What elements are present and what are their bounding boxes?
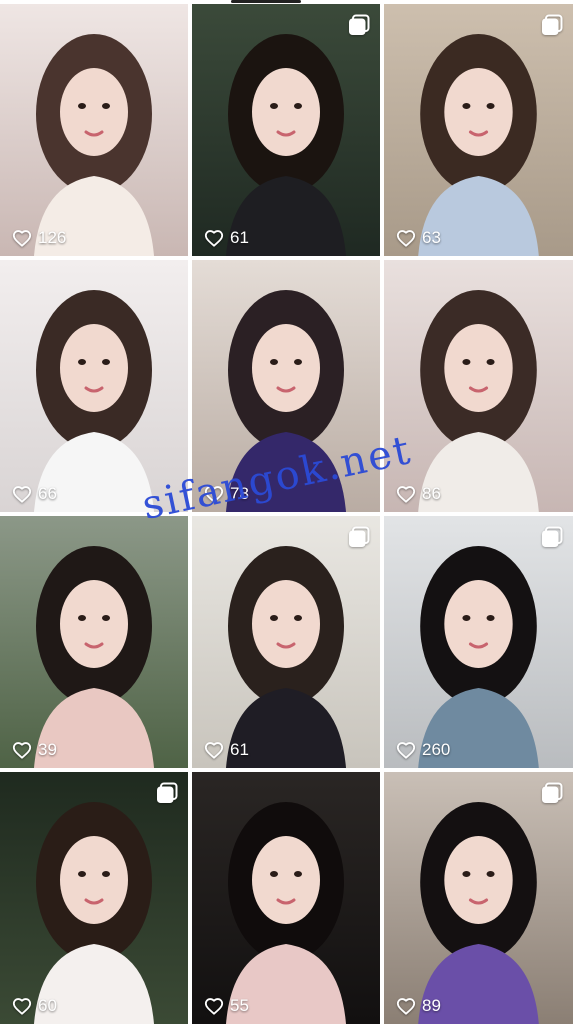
heart-icon [396, 485, 416, 503]
like-count: 126 [12, 228, 66, 248]
post-photo [0, 4, 188, 256]
photo-grid: 126 61 63 66 78 86 39 61 260 60 55 89 [0, 0, 573, 1024]
post-thumbnail[interactable]: 66 [0, 260, 188, 512]
heart-icon [12, 485, 32, 503]
like-count-text: 78 [230, 484, 249, 503]
heart-icon [396, 229, 416, 247]
heart-icon [204, 485, 224, 503]
post-thumbnail[interactable]: 86 [384, 260, 573, 512]
like-count: 61 [204, 228, 249, 248]
multiple-photos-icon [541, 14, 563, 36]
post-photo [384, 772, 573, 1024]
multiple-photos-icon [541, 782, 563, 804]
post-photo [192, 260, 380, 512]
like-count-text: 55 [230, 996, 249, 1015]
like-count-text: 126 [38, 228, 67, 247]
like-count: 55 [204, 996, 249, 1016]
like-count-text: 61 [230, 740, 249, 759]
post-thumbnail[interactable]: 61 [192, 4, 380, 256]
heart-icon [12, 741, 32, 759]
like-count: 60 [12, 996, 57, 1016]
like-count-text: 63 [422, 228, 441, 247]
post-thumbnail[interactable]: 60 [0, 772, 188, 1024]
like-count: 89 [396, 996, 441, 1016]
heart-icon [396, 741, 416, 759]
like-count: 66 [12, 484, 57, 504]
post-photo [384, 4, 573, 256]
multiple-photos-icon [348, 14, 370, 36]
like-count-text: 86 [422, 484, 441, 503]
like-count-text: 60 [38, 996, 57, 1015]
post-photo [384, 516, 573, 768]
heart-icon [12, 997, 32, 1015]
post-photo [384, 260, 573, 512]
multiple-photos-icon [156, 782, 178, 804]
multiple-photos-icon [541, 526, 563, 548]
heart-icon [396, 997, 416, 1015]
heart-icon [204, 997, 224, 1015]
like-count-text: 39 [38, 740, 57, 759]
post-photo [0, 516, 188, 768]
post-thumbnail[interactable]: 63 [384, 4, 573, 256]
multiple-photos-icon [348, 526, 370, 548]
like-count: 61 [204, 740, 249, 760]
post-thumbnail[interactable]: 39 [0, 516, 188, 768]
post-photo [192, 516, 380, 768]
post-photo [0, 260, 188, 512]
post-photo [0, 772, 188, 1024]
like-count-text: 61 [230, 228, 249, 247]
heart-icon [204, 741, 224, 759]
like-count: 260 [396, 740, 450, 760]
like-count: 63 [396, 228, 441, 248]
post-thumbnail[interactable]: 260 [384, 516, 573, 768]
post-thumbnail[interactable]: 55 [192, 772, 380, 1024]
post-thumbnail[interactable]: 61 [192, 516, 380, 768]
like-count-text: 89 [422, 996, 441, 1015]
like-count-text: 260 [422, 740, 451, 759]
post-thumbnail[interactable]: 89 [384, 772, 573, 1024]
like-count: 39 [12, 740, 57, 760]
post-thumbnail[interactable]: 78 [192, 260, 380, 512]
like-count: 78 [204, 484, 249, 504]
like-count-text: 66 [38, 484, 57, 503]
post-thumbnail[interactable]: 126 [0, 4, 188, 256]
like-count: 86 [396, 484, 441, 504]
post-photo [192, 4, 380, 256]
heart-icon [204, 229, 224, 247]
post-photo [192, 772, 380, 1024]
heart-icon [12, 229, 32, 247]
